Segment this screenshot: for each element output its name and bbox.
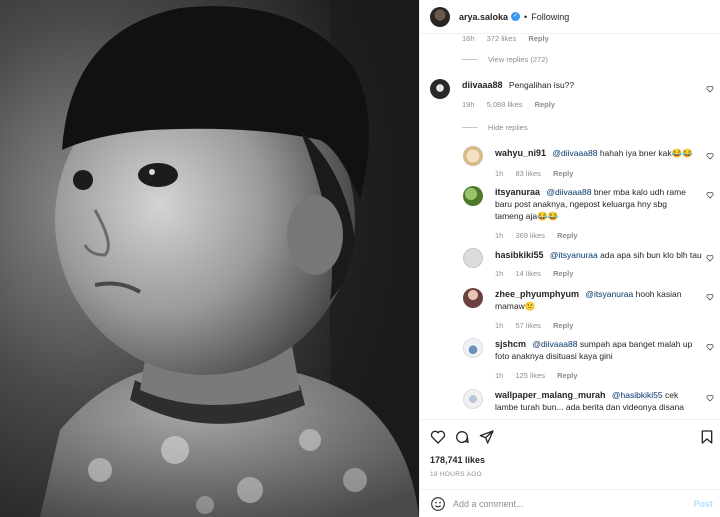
comment-likes[interactable]: 372 likes <box>487 35 517 43</box>
comment-meta: 1h 57 likes Reply <box>495 321 583 330</box>
heart-icon[interactable] <box>706 343 714 351</box>
comment-time: 19h <box>462 100 475 109</box>
reply-button[interactable]: Reply <box>528 35 548 43</box>
heart-icon[interactable] <box>706 394 714 402</box>
comment-meta: 1h 369 likes Reply <box>495 231 588 240</box>
post-side-panel: arya.saloka ✓ • Following 16h 372 likes … <box>419 0 720 517</box>
prev-comment-meta: 16h 372 likes Reply <box>462 35 559 43</box>
author-username[interactable]: arya.saloka <box>459 12 508 22</box>
replies-divider-line <box>462 59 478 60</box>
bookmark-icon[interactable] <box>699 429 715 445</box>
comment-text: itsyanuraa @diivaaa88 bner mba kalo udh … <box>495 186 695 222</box>
comment-time: 1h <box>495 321 504 330</box>
commenter-username[interactable]: diivaaa88 <box>462 80 503 90</box>
comment-text: zhee_phyumphyum @itsyanuraa hooh kasian … <box>495 288 695 312</box>
comment-text: sjshcm @diivaaa88 sumpah apa banget mala… <box>495 338 695 362</box>
comments-list[interactable]: 16h 372 likes Reply View replies (272) d… <box>420 35 720 419</box>
replies-divider-line <box>462 127 478 128</box>
hide-replies-label: Hide replies <box>488 123 528 132</box>
comment-likes[interactable]: 83 likes <box>515 169 540 178</box>
post-photo[interactable] <box>0 0 419 517</box>
verified-badge-icon: ✓ <box>511 12 521 21</box>
commenter-username[interactable]: hasibkiki55 <box>495 250 544 260</box>
comment-text: hasibkiki55 @itsyanuraa ada apa sih bun … <box>495 249 705 261</box>
reply-button[interactable]: Reply <box>553 269 573 278</box>
comment-text: wallpaper_malang_murah @hasibkiki55 cek … <box>495 389 695 413</box>
comment-likes[interactable]: 125 likes <box>515 371 545 380</box>
comment-mention[interactable]: @itsyanuraa <box>585 289 633 299</box>
comment-likes[interactable]: 57 likes <box>515 321 540 330</box>
share-icon[interactable] <box>479 429 495 445</box>
commenter-avatar[interactable] <box>463 389 483 409</box>
commenter-avatar[interactable] <box>463 338 483 358</box>
post-header: arya.saloka ✓ • Following <box>420 0 720 34</box>
reply-button[interactable]: Reply <box>557 371 577 380</box>
post-comment-button[interactable]: Post <box>693 499 713 509</box>
reply-button[interactable]: Reply <box>553 169 573 178</box>
child-portrait-image <box>0 0 419 517</box>
comment-content: ada apa sih bun klo blh tau <box>600 250 702 260</box>
comment-meta: 19h 5,088 likes Reply <box>462 100 565 109</box>
comment-icon[interactable] <box>454 429 470 445</box>
heart-icon[interactable] <box>706 293 714 301</box>
comment-meta: 1h 125 likes Reply <box>495 371 588 380</box>
reply-button[interactable]: Reply <box>557 231 577 240</box>
header-separator: • <box>524 11 528 22</box>
post-timestamp[interactable]: 19 HOURS AGO <box>430 471 482 478</box>
commenter-username[interactable]: wallpaper_malang_murah <box>495 390 606 400</box>
heart-icon[interactable] <box>706 191 714 199</box>
comment-mention[interactable]: @hasibkiki55 <box>612 390 663 400</box>
comment-text: diivaaa88 Pengalihan isu?? <box>462 79 692 91</box>
comment-time: 1h <box>495 231 504 240</box>
comment-content: hahah iya bner kak😂😂 <box>599 148 693 158</box>
view-replies-button[interactable]: View replies (272) <box>462 55 548 64</box>
comment-time: 1h <box>495 169 504 178</box>
comment-likes[interactable]: 14 likes <box>515 269 540 278</box>
commenter-username[interactable]: wahyu_ni91 <box>495 148 546 158</box>
commenter-avatar[interactable] <box>430 79 450 99</box>
comment-content: Pengalihan isu?? <box>508 80 575 90</box>
comment-mention[interactable]: @diivaaa88 <box>552 148 597 158</box>
comment-mention[interactable]: @diivaaa88 <box>546 187 591 197</box>
heart-icon[interactable] <box>430 429 446 445</box>
comment-time: 1h <box>495 269 504 278</box>
commenter-avatar[interactable] <box>463 248 483 268</box>
commenter-username[interactable]: sjshcm <box>495 339 526 349</box>
reply-button[interactable]: Reply <box>535 100 555 109</box>
heart-icon[interactable] <box>706 152 714 160</box>
likes-count[interactable]: 178,741 likes <box>430 455 485 465</box>
comment-likes[interactable]: 5,088 likes <box>487 100 523 109</box>
commenter-avatar[interactable] <box>463 146 483 166</box>
comment-mention[interactable]: @itsyanuraa <box>550 250 598 260</box>
author-avatar[interactable] <box>430 6 450 27</box>
instagram-post: arya.saloka ✓ • Following 16h 372 likes … <box>0 0 720 517</box>
comment-text: wahyu_ni91 @diivaaa88 hahah iya bner kak… <box>495 147 695 159</box>
commenter-username[interactable]: itsyanuraa <box>495 187 540 197</box>
heart-icon[interactable] <box>706 85 714 93</box>
commenter-avatar[interactable] <box>463 288 483 308</box>
emoji-icon[interactable] <box>430 496 446 512</box>
comment-meta: 1h 14 likes Reply <box>495 269 583 278</box>
comment-time: 1h <box>495 371 504 380</box>
reply-button[interactable]: Reply <box>553 321 573 330</box>
hide-replies-button[interactable]: Hide replies <box>462 123 528 132</box>
comment-time: 16h <box>462 35 475 43</box>
heart-icon[interactable] <box>706 254 714 262</box>
comment-likes[interactable]: 369 likes <box>515 231 545 240</box>
view-replies-label: View replies (272) <box>488 55 548 64</box>
commenter-avatar[interactable] <box>463 186 483 206</box>
comment-meta: 1h 83 likes Reply <box>495 169 583 178</box>
comment-mention[interactable]: @diivaaa88 <box>532 339 577 349</box>
commenter-username[interactable]: zhee_phyumphyum <box>495 289 579 299</box>
following-button[interactable]: Following <box>531 12 569 22</box>
add-comment-bar: Post <box>420 489 720 517</box>
add-comment-input[interactable] <box>453 497 683 511</box>
